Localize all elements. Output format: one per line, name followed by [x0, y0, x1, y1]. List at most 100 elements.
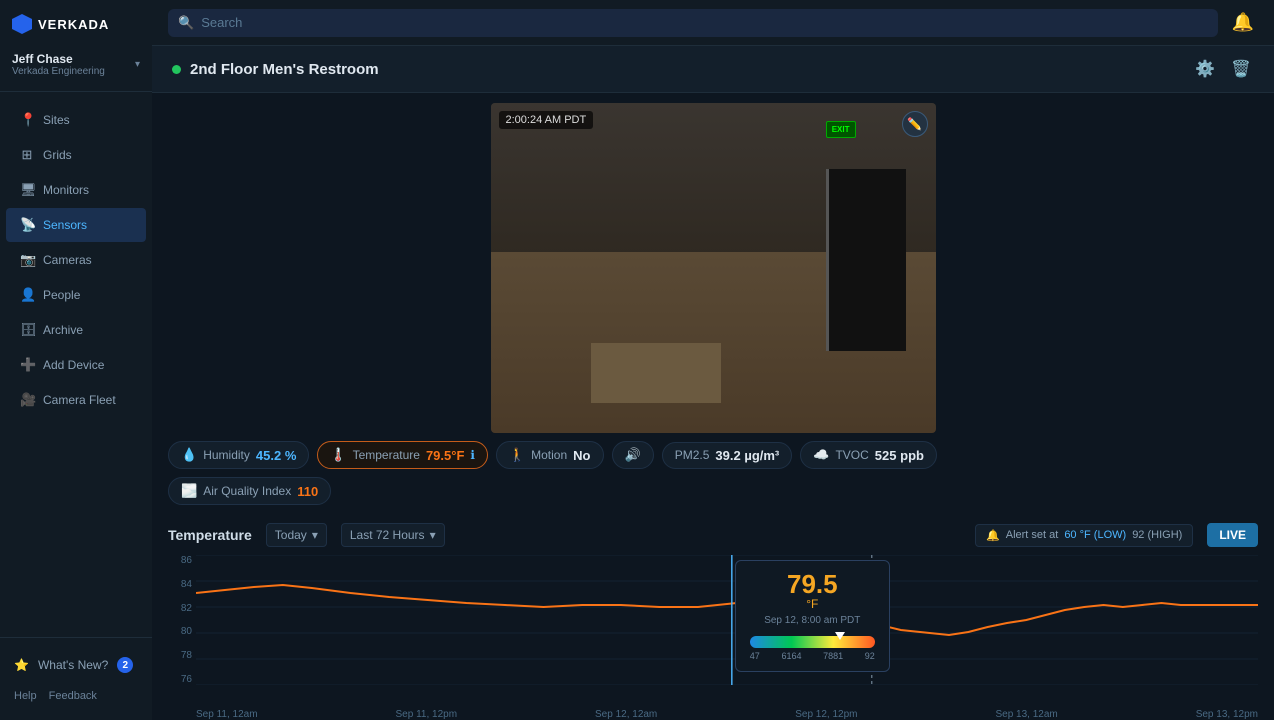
sound-chip[interactable]: 🔊 — [612, 441, 654, 469]
alert-label: Alert set at — [1006, 529, 1059, 541]
main-content: 🔍 🔔 2nd Floor Men's Restroom ⚙️ 🗑️ EXIT … — [152, 0, 1274, 720]
sidebar-item-people[interactable]: 👤 People — [6, 278, 146, 312]
camera-image: EXIT — [491, 103, 936, 433]
humidity-label: Humidity — [203, 448, 250, 462]
temperature-chart — [196, 555, 1258, 685]
pm25-chip[interactable]: PM2.5 39.2 µg/m³ — [662, 442, 793, 469]
temperature-info-icon[interactable]: ℹ — [470, 448, 475, 462]
whats-new-badge: 2 — [117, 657, 133, 673]
chart-filter-range[interactable]: Last 72 Hours ▾ — [341, 523, 445, 547]
humidity-value: 45.2 % — [256, 448, 297, 463]
chart-filter-today[interactable]: Today ▾ — [266, 523, 327, 547]
sidebar-nav: 📍 Sites ⊞ Grids 🖥 Monitors 📡 Sensors 📷 C… — [0, 92, 152, 637]
chart-wrap: 86 84 82 80 78 76 — [168, 555, 1258, 706]
search-input[interactable] — [201, 15, 1207, 30]
sidebar-item-label-monitors: Monitors — [43, 183, 89, 197]
device-header: 2nd Floor Men's Restroom ⚙️ 🗑️ — [152, 46, 1274, 93]
add-device-icon: ➕ — [20, 357, 34, 373]
sidebar-item-label-archive: Archive — [43, 323, 83, 337]
cameras-icon: 📷 — [20, 252, 34, 268]
archive-icon: 🗄 — [20, 322, 34, 338]
room-door — [826, 169, 906, 351]
aqi-chip[interactable]: 🌫️ Air Quality Index 110 — [168, 477, 331, 505]
temperature-chip[interactable]: 🌡️ Temperature 79.5°F ℹ — [317, 441, 488, 469]
sidebar-item-label-add-device: Add Device — [43, 358, 104, 372]
temperature-value: 79.5°F — [426, 448, 464, 463]
motion-value: No — [573, 448, 590, 463]
tvoc-label: TVOC — [835, 448, 868, 462]
sidebar-user[interactable]: Jeff Chase Verkada Engineering ▾ — [0, 44, 152, 92]
pm25-value: 39.2 µg/m³ — [715, 448, 779, 463]
status-dot — [172, 65, 181, 74]
sidebar-links: Help Feedback — [0, 682, 152, 710]
aqi-label: Air Quality Index — [203, 484, 291, 498]
tvoc-chip[interactable]: ☁️ TVOC 525 ppb — [800, 441, 937, 469]
tvoc-icon: ☁️ — [813, 447, 829, 463]
help-link[interactable]: Help — [14, 690, 37, 702]
sidebar-item-archive[interactable]: 🗄 Archive — [6, 313, 146, 347]
temperature-icon: 🌡️ — [330, 447, 346, 463]
chart-x-labels: Sep 11, 12am Sep 11, 12pm Sep 12, 12am S… — [168, 706, 1258, 720]
notification-button[interactable]: 🔔 — [1228, 8, 1258, 37]
motion-chip[interactable]: 🚶 Motion No — [496, 441, 604, 469]
camera-container: EXIT 2:00:24 AM PDT ✏️ — [152, 93, 1274, 433]
verkada-logo-icon — [12, 14, 32, 34]
alert-high-value: 92 (HIGH) — [1132, 529, 1182, 541]
humidity-icon: 💧 — [181, 447, 197, 463]
sidebar-item-camera-fleet[interactable]: 🎥 Camera Fleet — [6, 383, 146, 417]
chart-header: Temperature Today ▾ Last 72 Hours ▾ 🔔 Al… — [168, 523, 1258, 547]
sensors-icon: 📡 — [20, 217, 34, 233]
sidebar-logo: VERKADA — [0, 0, 152, 44]
pm25-label: PM2.5 — [675, 448, 710, 462]
tooltip-gauge-marker — [835, 632, 845, 640]
whats-new-item[interactable]: ⭐ What's New? 2 — [0, 648, 152, 682]
temperature-label: Temperature — [353, 448, 420, 462]
tvoc-value: 525 ppb — [875, 448, 924, 463]
sidebar-item-sensors[interactable]: 📡 Sensors — [6, 208, 146, 242]
delete-button[interactable]: 🗑️ — [1228, 56, 1254, 82]
monitors-icon: 🖥 — [20, 182, 34, 198]
live-button[interactable]: LIVE — [1207, 523, 1258, 547]
tooltip-temperature: 79.5 — [750, 571, 875, 597]
device-title-wrap: 2nd Floor Men's Restroom — [172, 61, 379, 78]
motion-label: Motion — [531, 448, 567, 462]
sidebar-item-label-grids: Grids — [43, 148, 72, 162]
tooltip-date: Sep 12, 8:00 am PDT — [750, 615, 875, 626]
camera-fleet-icon: 🎥 — [20, 392, 34, 408]
sidebar-item-cameras[interactable]: 📷 Cameras — [6, 243, 146, 277]
topbar: 🔍 🔔 — [152, 0, 1274, 46]
search-bar[interactable]: 🔍 — [168, 9, 1218, 37]
chart-title: Temperature — [168, 527, 252, 543]
camera-edit-button[interactable]: ✏️ — [902, 111, 928, 137]
chart-tooltip: 79.5 °F Sep 12, 8:00 am PDT 47 6164 7881… — [735, 560, 890, 672]
tooltip-unit: °F — [750, 597, 875, 611]
chevron-down-icon: ▾ — [135, 59, 140, 70]
sidebar: VERKADA Jeff Chase Verkada Engineering ▾… — [0, 0, 152, 720]
humidity-chip[interactable]: 💧 Humidity 45.2 % — [168, 441, 309, 469]
camera-frame: EXIT 2:00:24 AM PDT ✏️ — [491, 103, 936, 433]
star-icon: ⭐ — [14, 658, 29, 672]
aqi-icon: 🌫️ — [181, 483, 197, 499]
tooltip-gauge — [750, 636, 875, 648]
sound-icon: 🔊 — [625, 447, 641, 463]
user-name: Jeff Chase — [12, 52, 105, 66]
sidebar-item-label-cameras: Cameras — [43, 253, 92, 267]
sidebar-bottom: ⭐ What's New? 2 Help Feedback — [0, 637, 152, 720]
people-icon: 👤 — [20, 287, 34, 303]
alert-low-value: 60 °F (LOW) — [1064, 529, 1126, 541]
sites-icon: 📍 — [20, 112, 34, 128]
chart-alert-badge: 🔔 Alert set at 60 °F (LOW) 92 (HIGH) — [975, 524, 1193, 547]
whats-new-label: What's New? — [38, 658, 108, 672]
metrics-bar-row2: 🌫️ Air Quality Index 110 — [152, 477, 1274, 513]
sidebar-item-label-sensors: Sensors — [43, 218, 87, 232]
settings-button[interactable]: ⚙️ — [1192, 56, 1218, 82]
sidebar-item-grids[interactable]: ⊞ Grids — [6, 138, 146, 172]
motion-icon: 🚶 — [509, 447, 525, 463]
chart-section: Temperature Today ▾ Last 72 Hours ▾ 🔔 Al… — [152, 513, 1274, 720]
sidebar-item-sites[interactable]: 📍 Sites — [6, 103, 146, 137]
user-org: Verkada Engineering — [12, 66, 105, 77]
sidebar-item-add-device[interactable]: ➕ Add Device — [6, 348, 146, 382]
sidebar-logo-text: VERKADA — [38, 17, 109, 32]
feedback-link[interactable]: Feedback — [49, 690, 97, 702]
sidebar-item-monitors[interactable]: 🖥 Monitors — [6, 173, 146, 207]
